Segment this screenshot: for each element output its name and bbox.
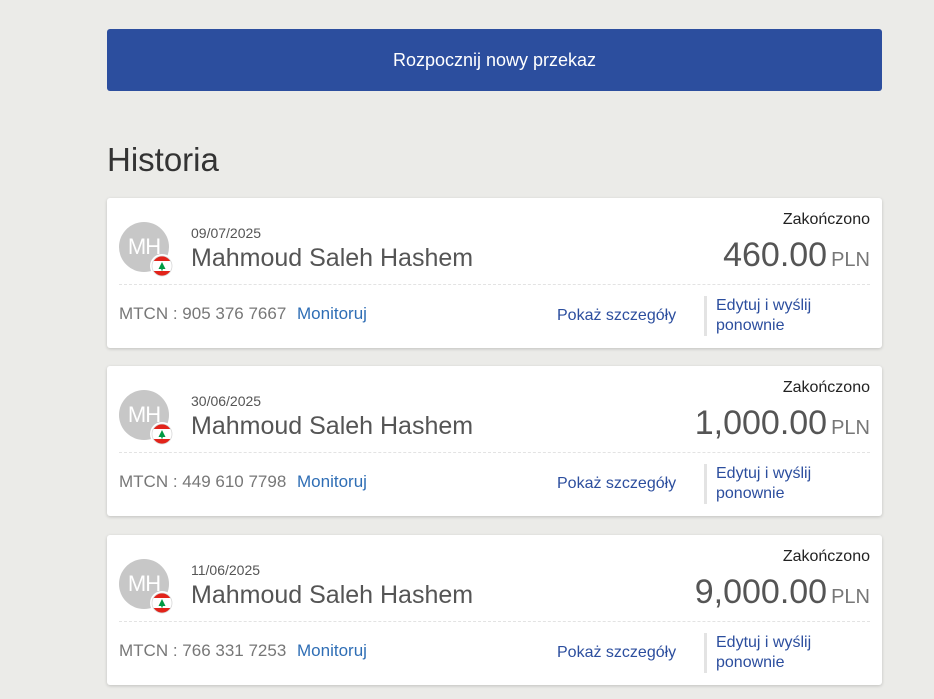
history-heading: Historia <box>107 141 219 178</box>
new-transfer-button[interactable]: Rozpocznij nowy przekaz <box>107 29 882 91</box>
transaction-card: MH 11/06/2025 Mahmoud Saleh Hashem Zakoń… <box>107 535 882 685</box>
edit-resend-link[interactable]: Edytuj i wyślij ponownie <box>704 464 836 504</box>
mtcn-row: MTCN : 766 331 7253 Monitoruj <box>119 641 367 661</box>
lebanon-flag-icon <box>150 422 174 446</box>
mtcn-number: 449 610 7798 <box>182 472 287 491</box>
transaction-date: 30/06/2025 <box>191 393 262 409</box>
mtcn-number: 766 331 7253 <box>182 641 287 660</box>
transaction-date: 09/07/2025 <box>191 225 262 241</box>
card-divider <box>119 284 870 285</box>
mtcn-label: MTCN : <box>119 472 178 491</box>
transaction-amount: 1,000.00 PLN <box>695 404 870 443</box>
mtcn-row: MTCN : 449 610 7798 Monitoruj <box>119 472 367 492</box>
lebanon-flag-icon <box>150 591 174 615</box>
amount-currency: PLN <box>831 586 870 608</box>
edit-resend-link[interactable]: Edytuj i wyślij ponownie <box>704 296 836 336</box>
amount-currency: PLN <box>831 249 870 271</box>
monitor-link[interactable]: Monitoruj <box>297 472 367 491</box>
edit-resend-link[interactable]: Edytuj i wyślij ponownie <box>704 633 836 673</box>
show-details-link[interactable]: Pokaż szczegóły <box>557 644 676 662</box>
monitor-link[interactable]: Monitoruj <box>297 304 367 323</box>
transaction-date: 11/06/2025 <box>191 562 261 578</box>
show-details-link[interactable]: Pokaż szczegóły <box>557 307 676 325</box>
status-label: Zakończono <box>782 548 870 565</box>
amount-value: 1,000.00 <box>694 404 828 442</box>
mtcn-row: MTCN : 905 376 7667 Monitoruj <box>119 304 367 324</box>
show-details-link[interactable]: Pokaż szczegóły <box>557 475 676 493</box>
amount-value: 460.00 <box>723 236 828 274</box>
lebanon-flag-icon <box>150 254 174 278</box>
status-label: Zakończono <box>782 379 870 396</box>
mtcn-label: MTCN : <box>119 641 178 660</box>
card-divider <box>119 621 870 622</box>
amount-currency: PLN <box>831 417 870 439</box>
recipient-name: Mahmoud Saleh Hashem <box>191 412 474 440</box>
transaction-card: MH 30/06/2025 Mahmoud Saleh Hashem Zakoń… <box>107 366 882 516</box>
monitor-link[interactable]: Monitoruj <box>297 641 367 660</box>
status-label: Zakończono <box>782 211 870 228</box>
mtcn-number: 905 376 7667 <box>182 304 287 323</box>
transaction-card: MH 09/07/2025 Mahmoud Saleh Hashem Zakoń… <box>107 198 882 348</box>
transaction-amount: 460.00 PLN <box>723 236 870 275</box>
recipient-name: Mahmoud Saleh Hashem <box>191 581 474 609</box>
mtcn-label: MTCN : <box>119 304 178 323</box>
transaction-amount: 9,000.00 PLN <box>695 573 870 612</box>
card-divider <box>119 452 870 453</box>
amount-value: 9,000.00 <box>694 573 828 611</box>
recipient-name: Mahmoud Saleh Hashem <box>191 244 474 272</box>
